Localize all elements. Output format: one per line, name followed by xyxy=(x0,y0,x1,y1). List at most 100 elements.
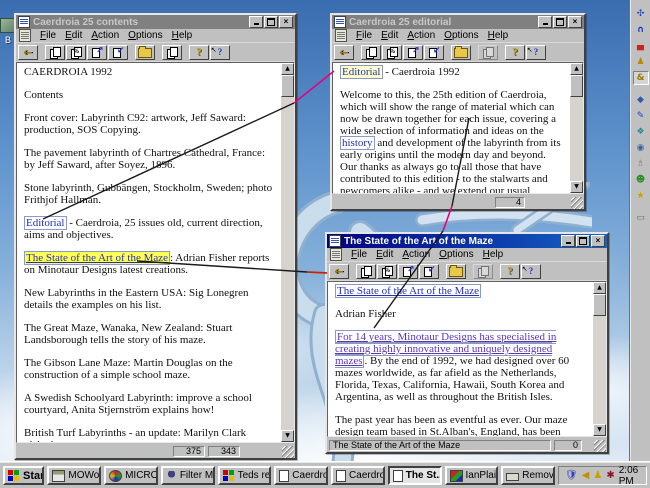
help-button[interactable]: ? xyxy=(189,45,209,60)
launcher-icon-10[interactable]: ♗ xyxy=(633,157,649,171)
open-button[interactable] xyxy=(451,45,471,60)
start-button[interactable]: Start xyxy=(3,466,44,485)
menu-file[interactable]: File xyxy=(351,249,367,260)
link-return-button[interactable]: ↙ xyxy=(108,45,128,60)
copy-button[interactable] xyxy=(473,264,493,279)
editorial-link[interactable]: Editorial xyxy=(24,216,67,230)
context-help-button[interactable]: ? xyxy=(521,264,541,279)
launcher-icon-3[interactable]: ▄ xyxy=(633,39,649,53)
back-button[interactable]: ← xyxy=(334,45,354,60)
close-button[interactable]: × xyxy=(591,235,605,247)
person-icon[interactable]: ♟ xyxy=(593,471,602,481)
maximize-button[interactable] xyxy=(576,235,590,247)
taskbar-item-filter-manager[interactable]: Filter Man... xyxy=(161,466,215,485)
titlebar[interactable]: The State of the Art of the Maze × xyxy=(327,234,607,248)
context-help-button[interactable]: ? xyxy=(210,45,230,60)
state-of-art-link[interactable]: The State of the Art of the Maze xyxy=(24,251,170,265)
back-button[interactable]: ← xyxy=(329,264,349,279)
link-return-button[interactable]: ↙ xyxy=(424,45,444,60)
link-forward-button[interactable]: ↗ xyxy=(403,45,423,60)
history-link[interactable]: history xyxy=(340,136,375,150)
editorial-link[interactable]: Editorial xyxy=(340,65,383,79)
taskbar-item-caerdroia-contents[interactable]: Caerdroia... xyxy=(274,466,328,485)
scroll-up-icon[interactable]: ▲ xyxy=(570,63,583,75)
virus-scanner-icon[interactable]: ✱ xyxy=(606,471,614,481)
shield-icon[interactable]: 🛡 xyxy=(565,471,578,481)
help-button[interactable]: ? xyxy=(505,45,525,60)
menu-action[interactable]: Action xyxy=(91,30,119,41)
maximize-button[interactable] xyxy=(553,16,567,28)
resize-grip[interactable] xyxy=(594,440,606,452)
copy-pages-button[interactable] xyxy=(356,264,376,279)
scroll-thumb[interactable] xyxy=(281,75,294,97)
taskbar-item-removable[interactable]: Removab... xyxy=(501,466,555,485)
launcher-icon-5[interactable]: & xyxy=(633,71,649,85)
menu-action[interactable]: Action xyxy=(402,249,430,260)
menu-help[interactable]: Help xyxy=(488,30,509,41)
launcher-icon-11[interactable]: ☻ xyxy=(633,173,649,187)
launcher-icon-8[interactable]: ❖ xyxy=(633,125,649,139)
menu-help[interactable]: Help xyxy=(172,30,193,41)
replace-button[interactable]: % xyxy=(66,45,86,60)
vertical-scrollbar[interactable]: ▲ ▼ xyxy=(570,63,583,193)
replace-button[interactable]: % xyxy=(377,264,397,279)
launcher-icon-12[interactable]: ★ xyxy=(633,189,649,203)
menu-options[interactable]: Options xyxy=(439,249,473,260)
system-menu-icon[interactable] xyxy=(335,29,347,42)
help-button[interactable]: ? xyxy=(500,264,520,279)
launcher-icon-7[interactable]: ✎ xyxy=(633,109,649,123)
taskbar-item-microc[interactable]: MICROC... xyxy=(104,466,158,485)
system-menu-icon[interactable] xyxy=(330,248,342,261)
maximize-button[interactable] xyxy=(264,16,278,28)
speaker-icon[interactable]: ◀ xyxy=(582,471,590,481)
launcher-icon-4[interactable]: ♟ xyxy=(633,55,649,69)
scroll-track[interactable] xyxy=(570,97,583,181)
launcher-icon-6[interactable]: ◆ xyxy=(633,93,649,107)
scroll-down-icon[interactable]: ▼ xyxy=(281,430,294,442)
copy-button[interactable] xyxy=(162,45,182,60)
menu-file[interactable]: File xyxy=(40,30,56,41)
minimize-button[interactable] xyxy=(538,16,552,28)
minimize-button[interactable] xyxy=(249,16,263,28)
taskbar-item-ianplain[interactable]: IanPlain.... xyxy=(445,466,499,485)
replace-button[interactable]: % xyxy=(382,45,402,60)
article-title-link[interactable]: The State of the Art of the Maze xyxy=(335,284,481,298)
taskbar-item-state-of-art[interactable]: The St... xyxy=(388,466,442,485)
scroll-up-icon[interactable]: ▲ xyxy=(593,282,606,294)
close-button[interactable]: × xyxy=(279,16,293,28)
launcher-icon-9[interactable]: ◉ xyxy=(633,141,649,155)
menu-options[interactable]: Options xyxy=(444,30,478,41)
titlebar[interactable]: Caerdroia 25 editorial × xyxy=(332,15,584,29)
menu-file[interactable]: File xyxy=(356,30,372,41)
scroll-track[interactable] xyxy=(281,97,294,430)
taskbar-item-teds[interactable]: Teds ren... xyxy=(218,466,272,485)
launcher-icon-1[interactable]: ✣ xyxy=(633,7,649,21)
menu-edit[interactable]: Edit xyxy=(376,249,393,260)
vertical-scrollbar[interactable]: ▲ ▼ xyxy=(281,63,294,442)
back-button[interactable]: ← xyxy=(18,45,38,60)
link-forward-button[interactable]: ↗ xyxy=(398,264,418,279)
minimize-button[interactable] xyxy=(561,235,575,247)
resize-grip[interactable] xyxy=(571,197,583,209)
taskbar-item-moworks[interactable]: MOWorks xyxy=(47,466,101,485)
close-button[interactable]: × xyxy=(568,16,582,28)
menu-help[interactable]: Help xyxy=(483,249,504,260)
copy-pages-button[interactable] xyxy=(45,45,65,60)
copy-button[interactable] xyxy=(478,45,498,60)
menu-edit[interactable]: Edit xyxy=(381,30,398,41)
system-menu-icon[interactable] xyxy=(19,29,31,42)
copy-pages-button[interactable] xyxy=(361,45,381,60)
scroll-track[interactable] xyxy=(593,316,606,424)
context-help-button[interactable]: ? xyxy=(526,45,546,60)
link-return-button[interactable]: ↙ xyxy=(419,264,439,279)
scroll-up-icon[interactable]: ▲ xyxy=(281,63,294,75)
link-forward-button[interactable]: ↗ xyxy=(87,45,107,60)
open-button[interactable] xyxy=(446,264,466,279)
open-button[interactable] xyxy=(135,45,155,60)
launcher-icon-2[interactable]: ∩ xyxy=(633,23,649,37)
menu-edit[interactable]: Edit xyxy=(65,30,82,41)
launcher-icon-13[interactable]: ▭ xyxy=(633,211,649,225)
scroll-thumb[interactable] xyxy=(570,75,583,97)
scroll-down-icon[interactable]: ▼ xyxy=(570,181,583,193)
scroll-thumb[interactable] xyxy=(593,294,606,316)
